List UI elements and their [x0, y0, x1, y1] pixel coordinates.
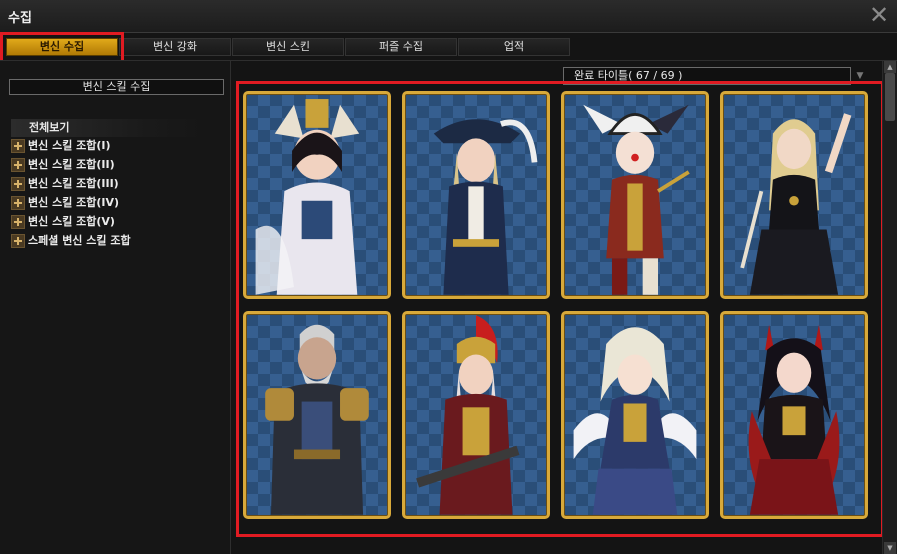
card-warrior[interactable] [243, 311, 391, 519]
vampire-portrait-icon [748, 324, 840, 515]
tree-item-label: 변신 스킬 조합(V) [28, 215, 115, 228]
close-icon[interactable]: ✕ [867, 3, 891, 27]
scroll-up-icon[interactable]: ▲ [884, 61, 896, 73]
card-fox-girl[interactable] [243, 91, 391, 299]
tab-bar: 변신 수집 변신 강화 변신 스킨 퍼즐 수집 업적 [0, 36, 897, 58]
warrior-portrait-icon [265, 324, 369, 515]
tree-item-combo-3[interactable]: 변신 스킬 조합(III) [11, 175, 119, 193]
expand-icon[interactable] [11, 139, 25, 153]
category-header: 변신 스킬 수집 [9, 79, 224, 95]
card-vampire[interactable] [720, 311, 868, 519]
expand-icon[interactable] [11, 215, 25, 229]
expand-icon[interactable] [11, 196, 25, 210]
tab-transform-enhance[interactable]: 변신 강화 [119, 38, 231, 56]
vertical-scrollbar[interactable]: ▲ ▼ [882, 61, 897, 554]
tree-item-combo-2[interactable]: 변신 스킬 조합(II) [11, 156, 115, 174]
category-panel: 변신 스킬 수집 전체보기 변신 스킬 조합(I) 변신 스킬 조합(II) 변… [0, 61, 231, 554]
card-angel[interactable] [561, 311, 709, 519]
window-title: 수집 [8, 11, 32, 26]
card-dancer[interactable] [720, 91, 868, 299]
card-musketeer[interactable] [402, 91, 550, 299]
tree-item-special-combo[interactable]: 스페셜 변신 스킬 조합 [11, 232, 131, 250]
angel-portrait-icon [573, 327, 697, 515]
tree-item-label: 변신 스킬 조합(III) [28, 177, 119, 190]
tree-all-view[interactable]: 전체보기 [11, 119, 206, 137]
dancer-portrait-icon [740, 113, 852, 295]
expand-icon[interactable] [11, 158, 25, 172]
tree-item-combo-5[interactable]: 변신 스킬 조합(V) [11, 213, 115, 231]
tab-puzzle-collection[interactable]: 퍼즐 수집 [345, 38, 457, 56]
tab-achievements[interactable]: 업적 [458, 38, 570, 56]
tree-item-combo-4[interactable]: 변신 스킬 조합(IV) [11, 194, 119, 212]
window-titlebar: 수집 ✕ [0, 0, 897, 33]
card-jester[interactable] [561, 91, 709, 299]
tree-item-label: 변신 스킬 조합(II) [28, 158, 115, 171]
fox-girl-portrait-icon [255, 99, 360, 295]
expand-icon[interactable] [11, 177, 25, 191]
jester-portrait-icon [583, 104, 690, 295]
card-valkyrie[interactable] [402, 311, 550, 519]
tree-item-label: 스페셜 변신 스킬 조합 [28, 234, 131, 247]
tab-transform-skin[interactable]: 변신 스킨 [232, 38, 344, 56]
valkyrie-portrait-icon [416, 315, 520, 515]
musketeer-portrait-icon [433, 119, 538, 295]
tree-item-label: 변신 스킬 조합(IV) [28, 196, 120, 209]
scroll-down-icon[interactable]: ▼ [884, 542, 896, 554]
collection-panel: 완료 타이틀( 67 / 69 ) ▼ ▲ ▼ [232, 61, 897, 554]
tree-item-combo-1[interactable]: 변신 스킬 조합(I) [11, 137, 111, 155]
tab-transform-collection[interactable]: 변신 수집 [6, 38, 118, 56]
tree-item-label: 변신 스킬 조합(I) [28, 139, 111, 152]
scroll-thumb[interactable] [885, 73, 895, 121]
expand-icon[interactable] [11, 234, 25, 248]
